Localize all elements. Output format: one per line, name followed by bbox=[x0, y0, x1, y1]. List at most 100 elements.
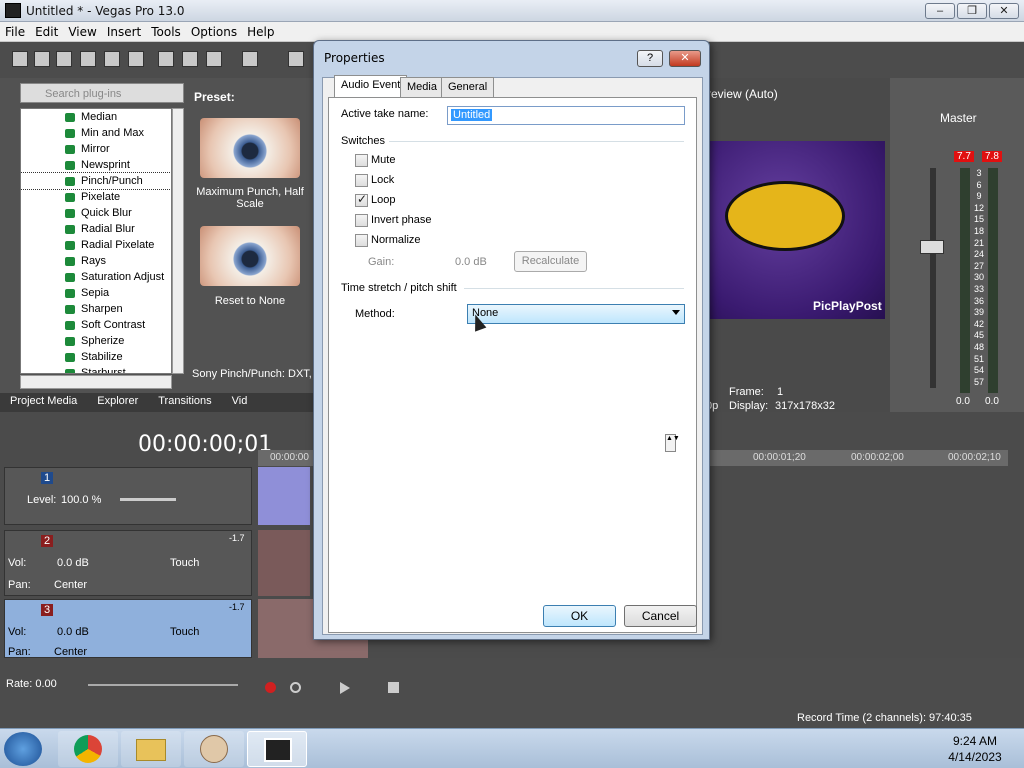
master-fader-handle[interactable] bbox=[920, 240, 944, 254]
redo-icon[interactable] bbox=[288, 51, 304, 67]
copy-icon[interactable] bbox=[182, 51, 198, 67]
tab-audio-event[interactable]: Audio Event bbox=[334, 75, 408, 97]
open-icon[interactable] bbox=[34, 51, 50, 67]
tab-transitions[interactable]: Transitions bbox=[148, 393, 221, 409]
plugin-item[interactable]: Starburst bbox=[21, 365, 171, 373]
preset-name[interactable]: Maximum Punch, Half Scale bbox=[190, 186, 310, 210]
save-as-icon[interactable] bbox=[80, 51, 96, 67]
explorer-taskbar-button[interactable] bbox=[121, 731, 181, 767]
cancel-button[interactable]: Cancel bbox=[624, 605, 697, 627]
menu-tools[interactable]: Tools bbox=[146, 22, 186, 42]
plugin-item[interactable]: Soft Contrast bbox=[21, 317, 171, 333]
preset-name[interactable]: Reset to None bbox=[190, 295, 310, 307]
timecode-display: 00:00:00;01 bbox=[138, 432, 273, 457]
lock-checkbox[interactable] bbox=[355, 174, 368, 187]
menu-edit[interactable]: Edit bbox=[30, 22, 63, 42]
save-icon[interactable] bbox=[56, 51, 72, 67]
automation-mode[interactable]: Touch bbox=[170, 626, 199, 638]
dialog-close-button[interactable]: ✕ bbox=[669, 50, 701, 67]
meter-scale-tick: 3 bbox=[976, 168, 982, 178]
plugin-list-scrollbar[interactable] bbox=[172, 108, 184, 374]
plugin-item[interactable]: Radial Blur bbox=[21, 221, 171, 237]
start-button[interactable] bbox=[4, 732, 42, 766]
loop-icon[interactable] bbox=[290, 682, 301, 693]
clock-time[interactable]: 9:24 AM bbox=[940, 734, 1010, 748]
maximize-button[interactable]: ❐ bbox=[957, 3, 987, 19]
menu-insert[interactable]: Insert bbox=[102, 22, 146, 42]
plugin-item[interactable]: Min and Max bbox=[21, 125, 171, 141]
vegas-app-icon[interactable] bbox=[5, 3, 21, 18]
properties-icon[interactable] bbox=[128, 51, 144, 67]
paint-taskbar-button[interactable] bbox=[184, 731, 244, 767]
tab-video-fx[interactable]: Vid bbox=[222, 393, 258, 409]
audio-event[interactable] bbox=[258, 530, 310, 596]
preview-mode[interactable]: review (Auto) bbox=[707, 87, 778, 101]
active-take-input[interactable]: Untitled bbox=[447, 106, 685, 125]
vegas-taskbar-button[interactable] bbox=[247, 731, 307, 767]
plugin-item[interactable]: Spherize bbox=[21, 333, 171, 349]
automation-mode[interactable]: Touch bbox=[170, 557, 199, 569]
play-icon[interactable] bbox=[340, 682, 350, 694]
level-slider[interactable] bbox=[120, 498, 176, 501]
record-icon[interactable] bbox=[265, 682, 276, 693]
master-fader-track[interactable] bbox=[930, 168, 936, 388]
invert-phase-label[interactable]: Invert phase bbox=[371, 214, 432, 226]
plugin-item[interactable]: Saturation Adjust bbox=[21, 269, 171, 285]
plugin-item[interactable]: Stabilize bbox=[21, 349, 171, 365]
cut-icon[interactable] bbox=[158, 51, 174, 67]
track-header-audio-3[interactable]: 3 Vol: 0.0 dB Pan: Center Touch -1.7 bbox=[4, 599, 252, 658]
paste-icon[interactable] bbox=[206, 51, 222, 67]
plugin-item[interactable]: Pixelate bbox=[21, 189, 171, 205]
rate-slider[interactable] bbox=[88, 684, 238, 686]
plugin-item[interactable]: Median bbox=[21, 109, 171, 125]
ok-button[interactable]: OK bbox=[543, 605, 616, 627]
invert-phase-checkbox[interactable] bbox=[355, 214, 368, 227]
tab-general[interactable]: General bbox=[441, 77, 495, 97]
plugin-item[interactable]: Newsprint bbox=[21, 157, 171, 173]
plugin-item[interactable]: Radial Pixelate bbox=[21, 237, 171, 253]
dialog-help-button[interactable]: ? bbox=[637, 50, 663, 67]
chrome-taskbar-button[interactable] bbox=[58, 731, 118, 767]
plugin-list-hscrollbar[interactable] bbox=[20, 375, 172, 389]
search-plugins-input[interactable]: Search plug-ins bbox=[20, 83, 184, 103]
menu-options[interactable]: Options bbox=[186, 22, 242, 42]
loop-checkbox[interactable] bbox=[355, 192, 368, 207]
pan-value: Center bbox=[54, 579, 88, 591]
spinner-icon[interactable]: ▲▼ bbox=[665, 434, 680, 452]
minimize-button[interactable]: – bbox=[925, 3, 955, 19]
active-take-value: Untitled bbox=[451, 109, 493, 121]
normalize-label[interactable]: Normalize bbox=[371, 234, 421, 246]
undo-icon[interactable] bbox=[242, 51, 258, 67]
recalculate-button[interactable]: Recalculate bbox=[514, 251, 587, 272]
normalize-checkbox[interactable] bbox=[355, 234, 368, 247]
loop-label[interactable]: Loop bbox=[371, 194, 395, 206]
menu-file[interactable]: File bbox=[0, 22, 30, 42]
plugin-item[interactable]: Mirror bbox=[21, 141, 171, 157]
method-dropdown[interactable]: None bbox=[467, 304, 685, 324]
plugin-item[interactable]: Rays bbox=[21, 253, 171, 269]
clock-date[interactable]: 4/14/2023 bbox=[940, 750, 1010, 764]
mute-checkbox[interactable] bbox=[355, 154, 368, 167]
tab-explorer[interactable]: Explorer bbox=[87, 393, 148, 409]
mute-label[interactable]: Mute bbox=[371, 154, 395, 166]
tab-project-media[interactable]: Project Media bbox=[0, 393, 87, 409]
plugin-list[interactable]: Median Min and Max Mirror Newsprint Pinc… bbox=[20, 108, 172, 374]
close-button[interactable]: ✕ bbox=[989, 3, 1019, 19]
tab-media[interactable]: Media bbox=[400, 77, 444, 97]
plugin-item[interactable]: Sharpen bbox=[21, 301, 171, 317]
menu-help[interactable]: Help bbox=[242, 22, 279, 42]
plugin-item[interactable]: Quick Blur bbox=[21, 205, 171, 221]
render-icon[interactable] bbox=[104, 51, 120, 67]
preset-thumbnail[interactable] bbox=[200, 226, 300, 286]
track-header-audio-2[interactable]: 2 Vol: 0.0 dB Pan: Center Touch -1.7 bbox=[4, 530, 252, 596]
preset-thumbnail[interactable] bbox=[200, 118, 300, 178]
stop-icon[interactable] bbox=[388, 682, 399, 693]
track-header-video-1[interactable]: 1 Level: 100.0 % bbox=[4, 467, 252, 525]
plugin-item[interactable]: Sepia bbox=[21, 285, 171, 301]
ruler-tick: 00:00:01;20 bbox=[753, 452, 806, 463]
video-event[interactable] bbox=[258, 467, 310, 525]
lock-label[interactable]: Lock bbox=[371, 174, 394, 186]
menu-view[interactable]: View bbox=[63, 22, 101, 42]
plugin-item-selected[interactable]: Pinch/Punch bbox=[21, 172, 171, 190]
new-icon[interactable] bbox=[12, 51, 28, 67]
